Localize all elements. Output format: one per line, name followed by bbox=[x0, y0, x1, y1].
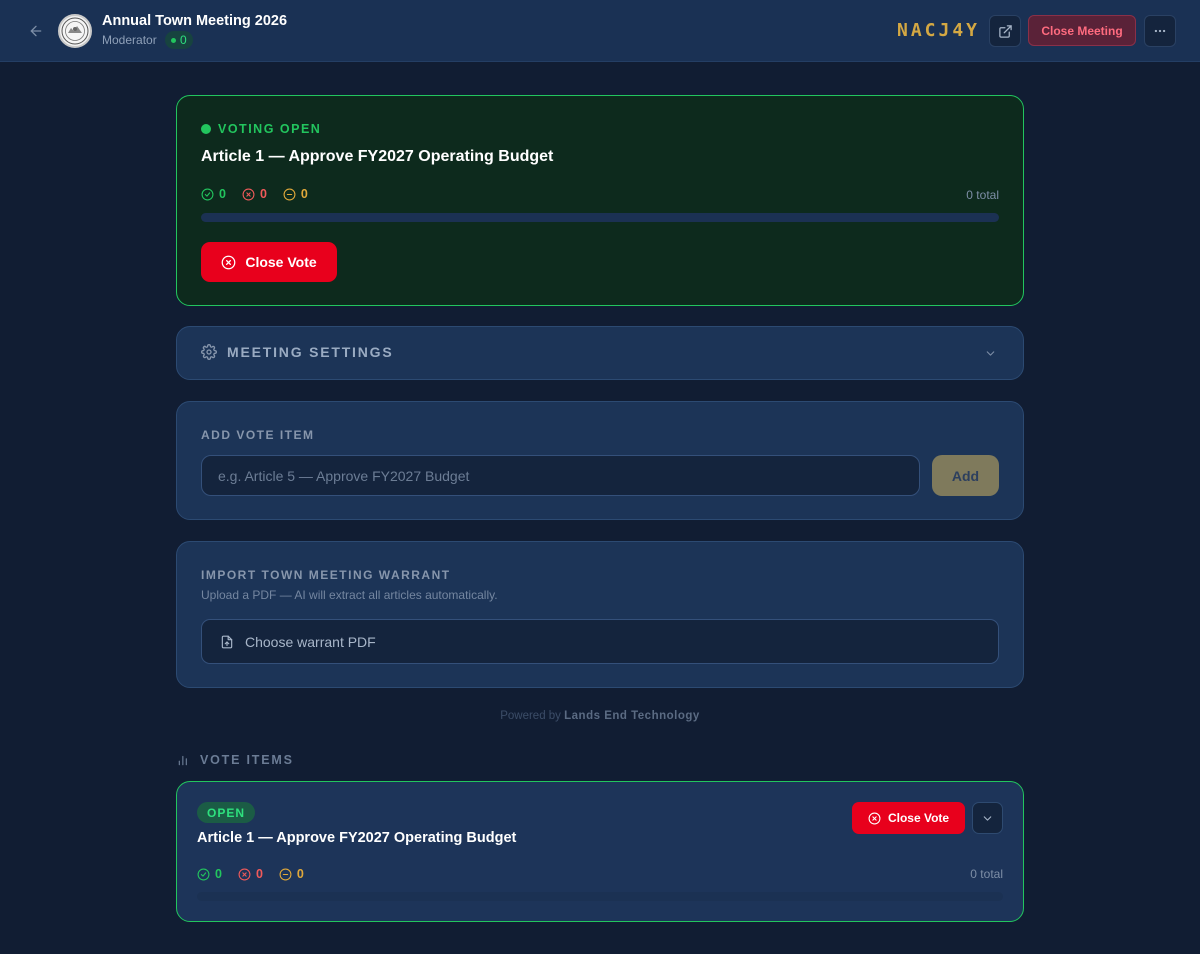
meeting-settings-toggle[interactable]: MEETING SETTINGS bbox=[176, 326, 1024, 380]
participant-count: 0 bbox=[180, 33, 187, 47]
active-vote-card: VOTING OPEN Article 1 — Approve FY2027 O… bbox=[176, 95, 1024, 306]
item-expand-button[interactable] bbox=[972, 802, 1003, 834]
no-count-value: 0 bbox=[259, 187, 267, 201]
abstain-count: 0 bbox=[283, 187, 308, 201]
gear-icon bbox=[201, 344, 217, 360]
item-vote-progress-bar bbox=[197, 892, 1003, 901]
chevron-down-icon bbox=[983, 815, 992, 821]
minus-circle-icon bbox=[283, 188, 296, 200]
meeting-title: Annual Town Meeting 2026 bbox=[102, 13, 288, 29]
meeting-code: NACJ4Y bbox=[897, 20, 981, 41]
yes-count-value: 0 bbox=[219, 187, 226, 201]
active-vote-title: Article 1 — Approve FY2027 Operating Bud… bbox=[201, 148, 554, 165]
item-yes-count: 0 bbox=[197, 867, 222, 881]
x-circle-icon bbox=[238, 868, 251, 880]
x-circle-icon bbox=[221, 255, 236, 269]
file-upload-icon bbox=[221, 635, 233, 648]
close-vote-button[interactable]: Close Vote bbox=[201, 242, 337, 282]
vote-total: 0 total bbox=[966, 188, 999, 202]
yes-count: 0 bbox=[201, 187, 226, 201]
powered-by-prefix: Powered by bbox=[500, 710, 561, 722]
item-vote-tally: 0 0 0 bbox=[197, 867, 304, 881]
no-count: 0 bbox=[242, 187, 267, 201]
add-button[interactable]: Add bbox=[932, 455, 999, 496]
meeting-settings-header: MEETING SETTINGS bbox=[201, 344, 393, 360]
close-meeting-button[interactable]: Close Meeting bbox=[1028, 15, 1136, 46]
bar-chart-icon bbox=[178, 755, 187, 766]
vote-items-header: VOTE ITEMS bbox=[177, 753, 294, 767]
import-hint: Upload a PDF — AI will extract all artic… bbox=[201, 588, 498, 602]
app-header: Annual Town Meeting 2026 Moderator 0 NAC… bbox=[0, 0, 1200, 62]
choose-warrant-pdf-label: Choose warrant PDF bbox=[245, 633, 376, 650]
meeting-settings-label: MEETING SETTINGS bbox=[227, 344, 394, 360]
user-role: Moderator bbox=[102, 33, 157, 47]
choose-warrant-pdf-button[interactable]: Choose warrant PDF bbox=[201, 619, 999, 664]
live-dot-icon bbox=[201, 124, 211, 134]
voting-status: VOTING OPEN bbox=[201, 122, 321, 136]
vote-item-input[interactable] bbox=[201, 455, 920, 496]
import-warrant-card: IMPORT TOWN MEETING WARRANT Upload a PDF… bbox=[176, 541, 1024, 688]
x-circle-icon bbox=[242, 188, 255, 200]
item-close-vote-label: Close Vote bbox=[887, 811, 950, 825]
minus-circle-icon bbox=[279, 868, 292, 880]
check-circle-icon bbox=[197, 868, 210, 880]
more-horizontal-icon bbox=[1154, 29, 1166, 33]
vote-item-title: Article 1 — Approve FY2027 Operating Bud… bbox=[197, 830, 517, 846]
chevron-down-icon bbox=[986, 351, 995, 356]
x-circle-icon bbox=[868, 812, 881, 824]
powered-by-brand: Lands End Technology bbox=[564, 710, 700, 722]
add-vote-item-card: ADD VOTE ITEM Add bbox=[176, 401, 1024, 520]
item-yes-count-value: 0 bbox=[215, 867, 222, 881]
item-abstain-count-value: 0 bbox=[296, 867, 304, 881]
vote-progress-bar bbox=[201, 213, 999, 222]
online-dot-icon bbox=[171, 37, 176, 43]
item-close-vote-button[interactable]: Close Vote bbox=[852, 802, 965, 834]
participant-count-badge: 0 bbox=[165, 31, 193, 49]
more-options-button[interactable] bbox=[1144, 15, 1176, 47]
arrow-left-icon bbox=[30, 25, 42, 37]
check-circle-icon bbox=[201, 188, 214, 200]
add-vote-item-label: ADD VOTE ITEM bbox=[201, 428, 315, 442]
item-abstain-count: 0 bbox=[279, 867, 304, 881]
import-warrant-label: IMPORT TOWN MEETING WARRANT bbox=[201, 568, 451, 582]
status-badge: OPEN bbox=[197, 802, 256, 823]
abstain-count-value: 0 bbox=[300, 187, 308, 201]
town-seal-logo bbox=[58, 14, 92, 48]
vote-items-label: VOTE ITEMS bbox=[200, 753, 294, 767]
item-no-count-value: 0 bbox=[255, 867, 263, 881]
vote-item-card: OPEN Article 1 — Approve FY2027 Operatin… bbox=[176, 781, 1024, 922]
item-no-count: 0 bbox=[238, 867, 263, 881]
external-link-icon bbox=[998, 24, 1012, 38]
powered-by: Powered by Lands End Technology bbox=[0, 710, 1200, 722]
vote-tally: 0 0 0 bbox=[201, 187, 308, 201]
open-external-button[interactable] bbox=[989, 15, 1021, 47]
back-button[interactable] bbox=[24, 19, 48, 43]
voting-status-label: VOTING OPEN bbox=[218, 122, 322, 136]
item-vote-total: 0 total bbox=[970, 867, 1003, 881]
close-vote-label: Close Vote bbox=[245, 254, 317, 270]
